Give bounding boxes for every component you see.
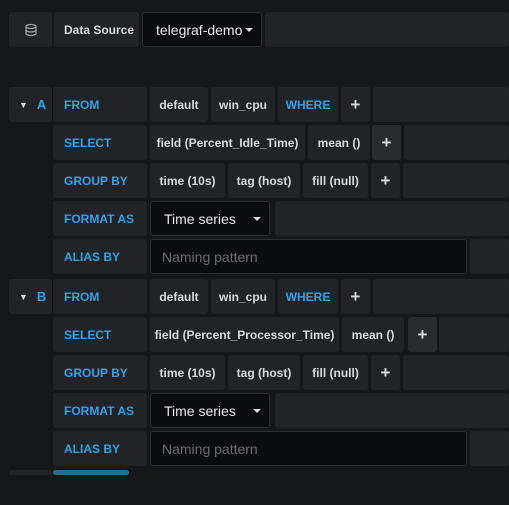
alias-input[interactable]: Naming pattern — [150, 239, 467, 274]
policy-segment[interactable]: default — [150, 279, 208, 314]
time-segment[interactable]: time (10s) — [150, 355, 225, 390]
format-value: Time series — [164, 210, 236, 227]
aggregation-segment[interactable]: mean () — [308, 125, 370, 160]
fill-segment[interactable]: fill (null) — [303, 355, 368, 390]
caret-down-icon: ▼ — [19, 99, 28, 110]
measurement-segment[interactable]: win_cpu — [211, 87, 275, 122]
caret-down-icon — [245, 28, 253, 32]
field-segment[interactable]: field (Percent_Processor_Time) — [150, 317, 339, 352]
database-icon — [9, 12, 52, 47]
format-value: Time series — [164, 402, 236, 419]
format-as-label: FORMAT AS — [53, 201, 147, 236]
filler — [403, 163, 509, 198]
caret-down-icon — [253, 217, 261, 221]
filler — [470, 431, 509, 466]
query-ref: B — [36, 289, 47, 304]
filler — [439, 317, 509, 352]
add-select-button[interactable]: + — [372, 125, 401, 160]
add-where-button[interactable]: + — [341, 87, 370, 122]
add-query-button[interactable] — [53, 470, 129, 475]
filler — [275, 201, 509, 236]
filler — [404, 125, 509, 160]
format-as-label: FORMAT AS — [53, 393, 147, 428]
from-label: FROM — [53, 87, 147, 122]
group-by-label: GROUP BY — [53, 355, 147, 390]
add-group-by-button[interactable]: + — [371, 355, 400, 390]
filler — [373, 279, 509, 314]
fill-segment[interactable]: fill (null) — [303, 163, 368, 198]
filler — [265, 12, 509, 47]
datasource-label: Data Source — [54, 12, 139, 47]
filler — [275, 393, 509, 428]
from-label: FROM — [53, 279, 147, 314]
filler — [403, 355, 509, 390]
alias-by-label: ALIAS BY — [53, 431, 147, 466]
caret-down-icon — [253, 409, 261, 413]
where-segment[interactable]: WHERE — [278, 279, 338, 314]
policy-segment[interactable]: default — [150, 87, 208, 122]
format-select[interactable]: Time series — [150, 393, 270, 428]
format-select[interactable]: Time series — [150, 201, 270, 236]
alias-by-label: ALIAS BY — [53, 239, 147, 274]
query-toggle[interactable]: ▼ B — [9, 279, 52, 314]
filler — [9, 470, 52, 475]
tag-segment[interactable]: tag (host) — [228, 163, 300, 198]
select-label: SELECT — [53, 125, 147, 160]
measurement-segment[interactable]: win_cpu — [211, 279, 275, 314]
group-by-label: GROUP BY — [53, 163, 147, 198]
add-select-button[interactable]: + — [408, 317, 437, 352]
filler — [373, 87, 509, 122]
query-toggle[interactable]: ▼ A — [9, 87, 52, 122]
tag-segment[interactable]: tag (host) — [228, 355, 300, 390]
filler — [470, 239, 509, 274]
datasource-value: telegraf-demo — [156, 21, 243, 38]
aggregation-segment[interactable]: mean () — [342, 317, 404, 352]
add-where-button[interactable]: + — [341, 279, 370, 314]
alias-input[interactable]: Naming pattern — [150, 431, 467, 466]
datasource-select[interactable]: telegraf-demo — [142, 12, 262, 47]
field-segment[interactable]: field (Percent_Idle_Time) — [150, 125, 305, 160]
caret-down-icon: ▼ — [19, 291, 28, 302]
time-segment[interactable]: time (10s) — [150, 163, 225, 198]
query-ref: A — [36, 97, 47, 112]
where-segment[interactable]: WHERE — [278, 87, 338, 122]
select-label: SELECT — [53, 317, 147, 352]
add-group-by-button[interactable]: + — [371, 163, 400, 198]
